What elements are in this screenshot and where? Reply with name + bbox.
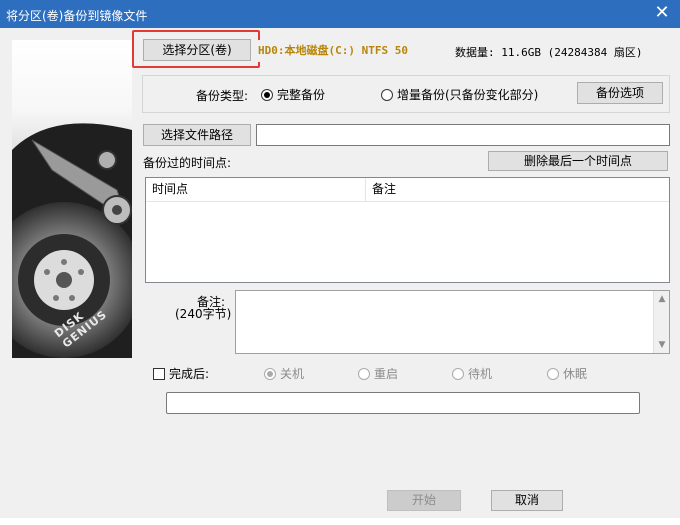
notes-limit-label: (240字节) xyxy=(175,307,232,321)
delete-last-timepoint-button[interactable]: 删除最后一个时间点 xyxy=(488,151,668,171)
cancel-button-label: 取消 xyxy=(514,493,539,507)
timepoints-label: 备份过的时间点: xyxy=(143,156,232,170)
cancel-button[interactable]: 取消 xyxy=(491,490,563,511)
radio-shutdown-label: 关机 xyxy=(280,367,305,381)
select-file-path-label: 选择文件路径 xyxy=(160,128,233,142)
radio-restart-label: 重启 xyxy=(374,367,399,381)
column-header-timepoint[interactable]: 时间点 xyxy=(146,178,366,202)
radio-incremental-dot xyxy=(381,88,393,101)
scroll-up-icon[interactable]: ▲ xyxy=(656,293,668,305)
close-icon[interactable]: ✕ xyxy=(652,4,672,24)
timepoints-list-header: 时间点 备注 xyxy=(146,178,669,202)
radio-full-label: 完整备份 xyxy=(277,88,326,102)
start-button-label: 开始 xyxy=(411,493,436,507)
select-file-path-button[interactable]: 选择文件路径 xyxy=(143,124,251,146)
radio-shutdown[interactable]: 关机 xyxy=(264,365,304,382)
after-complete-label: 完成后: xyxy=(169,367,210,381)
start-button[interactable]: 开始 xyxy=(387,490,461,511)
timepoints-list[interactable]: 时间点 备注 xyxy=(145,177,670,283)
background-window-strip xyxy=(0,518,680,525)
radio-incremental-label: 增量备份(只备份变化部分) xyxy=(397,88,539,102)
radio-hibernate[interactable]: 休眠 xyxy=(547,365,587,382)
radio-restart-dot xyxy=(358,367,370,380)
progress-bar xyxy=(166,392,640,414)
notes-textarea[interactable]: ▲ ▼ xyxy=(235,290,670,354)
after-complete-box xyxy=(153,367,165,380)
radio-hibernate-label: 休眠 xyxy=(563,367,588,381)
window-title: 将分区(卷)备份到镜像文件 xyxy=(6,9,148,23)
radio-full-backup[interactable]: 完整备份 xyxy=(261,86,325,103)
title-bar: 将分区(卷)备份到镜像文件 ✕ xyxy=(0,0,680,28)
highlight-box xyxy=(132,30,260,68)
radio-standby[interactable]: 待机 xyxy=(452,365,492,382)
scroll-down-icon[interactable]: ▼ xyxy=(656,339,668,351)
delete-last-timepoint-label: 删除最后一个时间点 xyxy=(523,154,632,168)
backup-options-label: 备份选项 xyxy=(595,86,644,100)
data-size-text: 数据量: 11.6GB (24284384 扇区) xyxy=(455,46,643,59)
notes-scrollbar[interactable]: ▲ ▼ xyxy=(653,291,669,353)
radio-standby-dot xyxy=(452,367,464,380)
column-header-note[interactable]: 备注 xyxy=(366,178,666,202)
disk-genius-illustration: DISK GENIUS xyxy=(12,40,132,358)
radio-shutdown-dot xyxy=(264,367,276,380)
file-path-value xyxy=(257,128,260,142)
radio-restart[interactable]: 重启 xyxy=(358,365,398,382)
backup-type-label: 备份类型: xyxy=(196,89,249,103)
file-path-input[interactable] xyxy=(256,124,670,146)
radio-hibernate-dot xyxy=(547,367,559,380)
after-complete-checkbox[interactable]: 完成后: xyxy=(153,365,209,382)
radio-full-dot xyxy=(261,88,273,101)
radio-incremental-backup[interactable]: 增量备份(只备份变化部分) xyxy=(381,86,538,103)
selected-partition-text: HD0:本地磁盘(C:) NTFS 50 xyxy=(255,40,415,62)
backup-options-button[interactable]: 备份选项 xyxy=(577,82,663,104)
radio-standby-label: 待机 xyxy=(468,367,493,381)
